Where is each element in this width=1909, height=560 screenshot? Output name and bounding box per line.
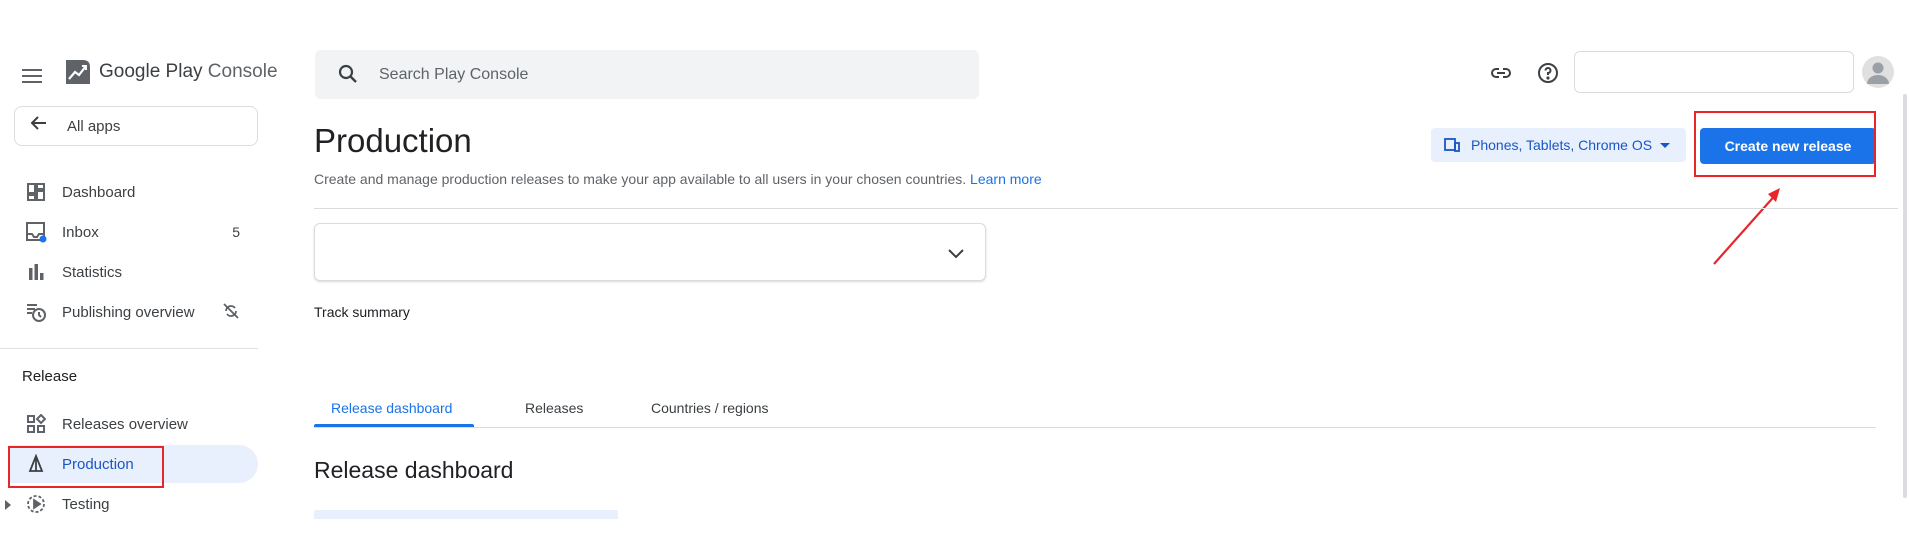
- highlight-box-production: [8, 446, 164, 488]
- account-selector[interactable]: [1574, 51, 1854, 93]
- device-filter-label: Phones, Tablets, Chrome OS: [1471, 137, 1653, 153]
- learn-more-link[interactable]: Learn more: [970, 171, 1042, 187]
- sidebar-divider: [0, 348, 258, 349]
- tabs-divider: [314, 427, 1876, 428]
- testing-icon: [24, 492, 48, 516]
- scrollbar[interactable]: [1903, 94, 1907, 498]
- all-apps-button[interactable]: All apps: [14, 106, 258, 146]
- sidebar-item-label: Releases overview: [62, 415, 188, 433]
- sync-off-icon[interactable]: [222, 302, 240, 323]
- sidebar-item-statistics[interactable]: Statistics: [8, 253, 258, 291]
- devices-icon: [1443, 136, 1461, 154]
- search-bar[interactable]: [315, 50, 979, 99]
- inbox-count-badge: 5: [232, 224, 240, 240]
- sidebar-item-releases-overview[interactable]: Releases overview: [8, 405, 258, 443]
- tab-release-dashboard[interactable]: Release dashboard: [331, 400, 452, 416]
- sidebar-item-label: Inbox: [62, 223, 99, 241]
- sidebar-item-label: Publishing overview: [62, 303, 195, 321]
- tab-countries-regions[interactable]: Countries / regions: [651, 400, 769, 416]
- chevron-down-icon: [945, 242, 967, 269]
- dashboard-card-top: [314, 510, 618, 519]
- all-apps-label: All apps: [67, 117, 121, 135]
- search-input[interactable]: [377, 64, 941, 85]
- menu-icon[interactable]: [20, 64, 44, 88]
- sidebar-item-label: Statistics: [62, 263, 123, 281]
- sidebar-item-testing[interactable]: Testing: [8, 485, 258, 523]
- sidebar-item-label: Dashboard: [62, 183, 136, 201]
- arrow-back-icon: [29, 113, 51, 139]
- inbox-icon: [24, 220, 48, 244]
- page-subtitle: Create and manage production releases to…: [314, 171, 1042, 187]
- dashboard-icon: [24, 180, 48, 204]
- tab-releases[interactable]: Releases: [525, 400, 583, 416]
- page-title: Production: [314, 122, 472, 159]
- highlight-box-create-release: [1694, 111, 1876, 177]
- subtitle-text: Create and manage production releases to…: [314, 171, 967, 187]
- track-selector[interactable]: [314, 223, 986, 281]
- device-filter-button[interactable]: Phones, Tablets, Chrome OS: [1431, 128, 1686, 162]
- header-divider: [314, 208, 1898, 209]
- bar-chart-icon: [24, 260, 48, 284]
- link-icon[interactable]: [1488, 60, 1514, 86]
- sidebar-item-dashboard[interactable]: Dashboard: [8, 173, 258, 211]
- sidebar-item-label: Testing: [62, 495, 110, 513]
- play-console-logo-icon: [66, 60, 90, 84]
- releases-overview-icon: [24, 412, 48, 436]
- section-title: Release dashboard: [314, 457, 514, 483]
- avatar[interactable]: [1862, 56, 1894, 88]
- annotation-arrow-icon: [1713, 188, 1780, 265]
- app-name: Google Play Console: [99, 61, 278, 82]
- publishing-icon: [24, 300, 48, 324]
- dropdown-arrow-icon: [1660, 142, 1671, 148]
- sidebar-section-release: Release: [22, 368, 78, 385]
- person-icon: [1867, 62, 1889, 84]
- sidebar-item-inbox[interactable]: Inbox 5: [8, 213, 258, 251]
- app-logo[interactable]: Google Play Console: [63, 57, 278, 87]
- search-icon: [337, 63, 361, 87]
- sidebar-item-publishing-overview[interactable]: Publishing overview: [8, 293, 258, 331]
- help-icon[interactable]: [1535, 60, 1561, 86]
- track-summary-label: Track summary: [314, 304, 410, 320]
